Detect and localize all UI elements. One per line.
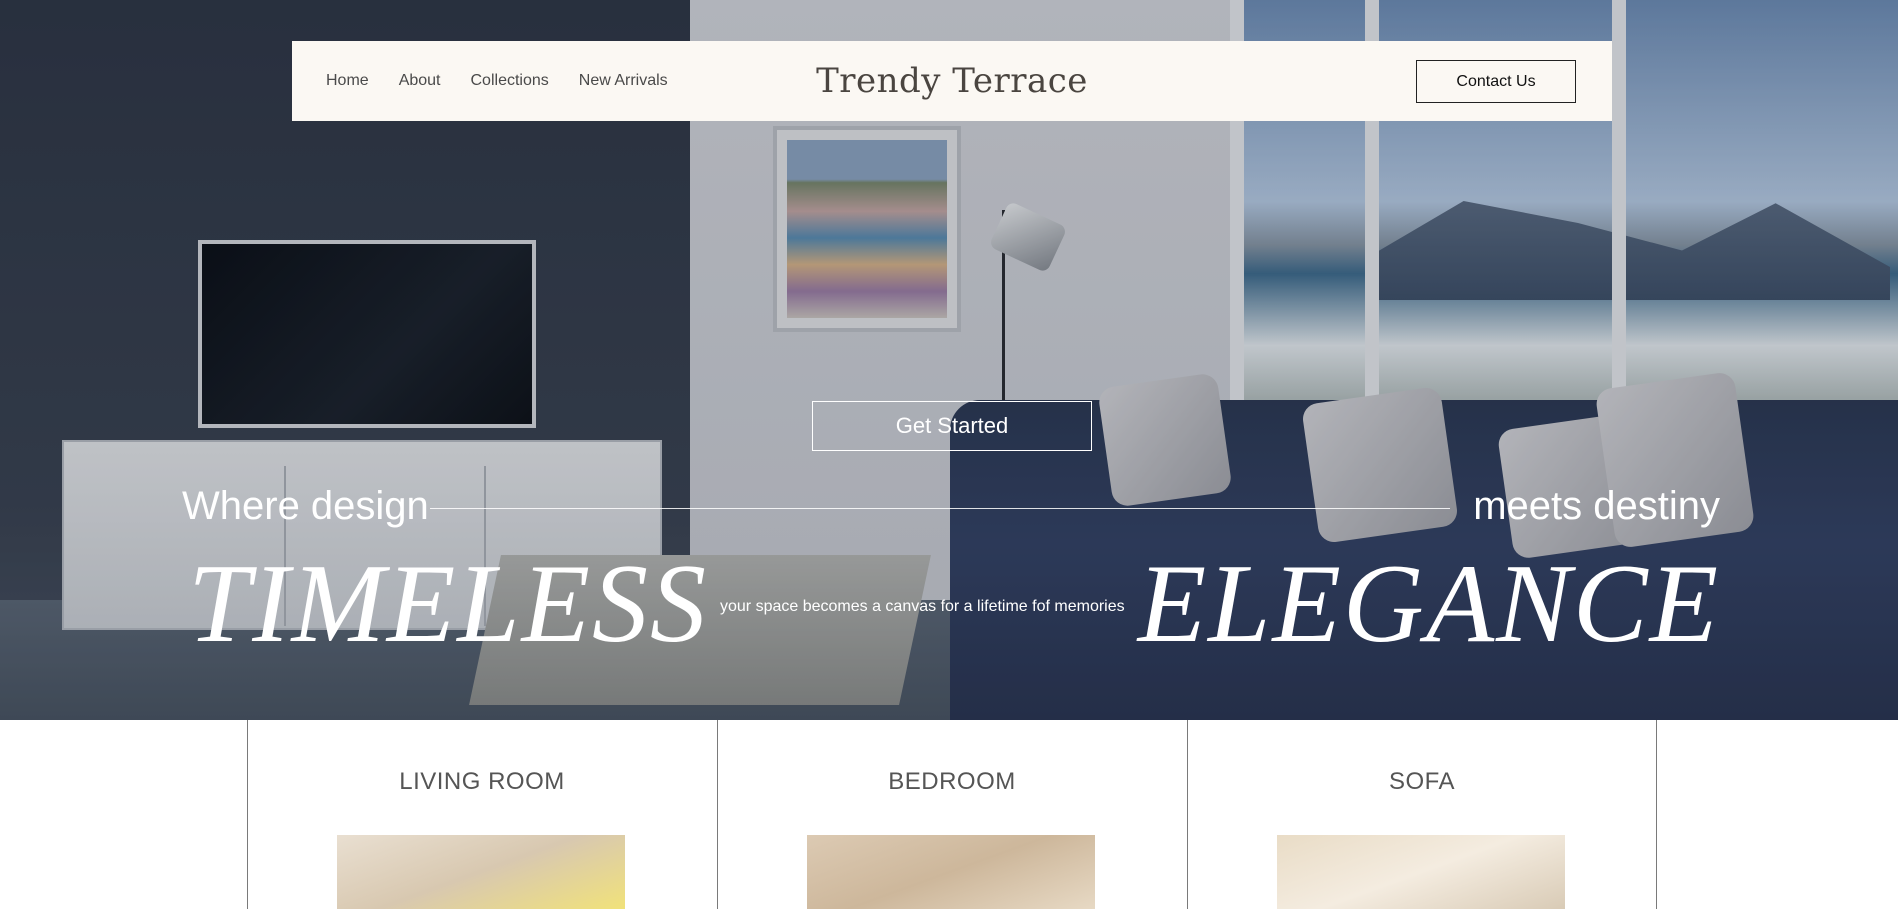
hero-divider-line <box>430 508 1450 509</box>
category-label: LIVING ROOM <box>399 768 565 795</box>
contact-us-button[interactable]: Contact Us <box>1416 60 1576 103</box>
hero-heading-right: ELEGANCE <box>1137 542 1720 666</box>
hero-tagline-left: Where design <box>182 484 429 528</box>
category-section: LIVING ROOM BEDROOM SOFA <box>0 720 1898 909</box>
hero-heading-left: TIMELESS <box>188 542 708 666</box>
brand-logo[interactable]: Trendy Terrace <box>292 61 1612 101</box>
category-thumbnail-image[interactable] <box>807 835 1095 909</box>
category-card-sofa[interactable]: SOFA <box>1187 720 1657 909</box>
category-thumbnail-image[interactable] <box>337 835 625 909</box>
category-thumbnail-image[interactable] <box>1277 835 1565 909</box>
category-card-living-room[interactable]: LIVING ROOM <box>247 720 717 909</box>
get-started-button[interactable]: Get Started <box>812 401 1092 451</box>
category-label: SOFA <box>1388 768 1456 795</box>
hero-subtext: your space becomes a canvas for a lifeti… <box>720 598 1125 615</box>
top-navbar: Home About Collections New Arrivals Tren… <box>292 41 1612 121</box>
category-label: BEDROOM <box>888 768 1016 795</box>
category-card-bedroom[interactable]: BEDROOM <box>717 720 1187 909</box>
hero-tagline-right: meets destiny <box>1473 484 1720 528</box>
